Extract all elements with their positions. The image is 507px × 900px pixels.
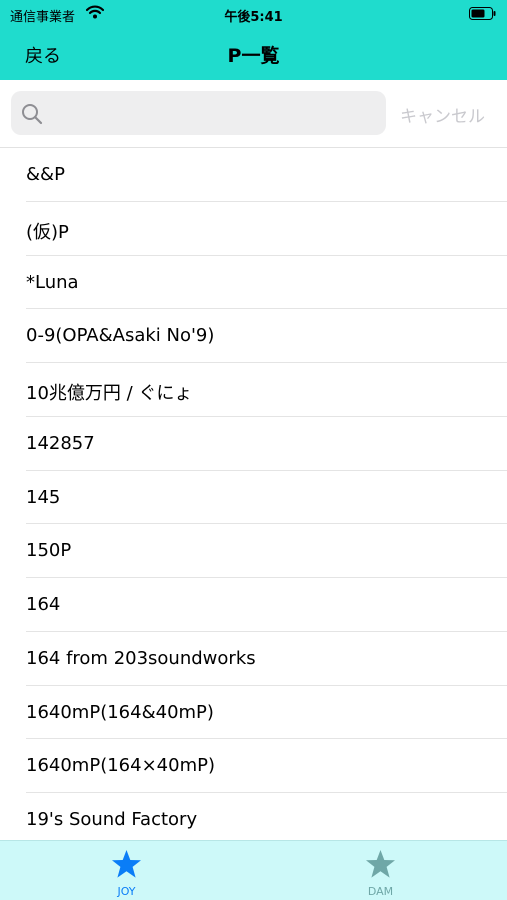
search-icon (21, 103, 43, 129)
search-field[interactable] (11, 91, 386, 135)
list-item[interactable]: 145 (26, 471, 507, 525)
page-title: P一覧 (227, 45, 280, 67)
list-item[interactable]: 1640mP(164×40mP) (26, 739, 507, 793)
tab-joy[interactable]: JOY (0, 841, 253, 900)
navigation-bar: 戻る P一覧 (0, 28, 507, 80)
battery-icon (469, 7, 496, 24)
list-item[interactable]: 164 from 203soundworks (26, 632, 507, 686)
list-item[interactable]: 142857 (26, 417, 507, 471)
list-item[interactable]: 10兆億万円 / ぐにょ (26, 363, 507, 417)
cancel-button[interactable]: キャンセル (400, 102, 485, 127)
search-area: キャンセル (0, 80, 507, 148)
list-item[interactable]: 0-9(OPA&Asaki No'9) (26, 309, 507, 363)
tab-label: DAM (367, 885, 394, 898)
star-icon (365, 849, 396, 883)
list-item[interactable]: (仮)P (26, 202, 507, 256)
list-item[interactable]: *Luna (26, 256, 507, 310)
status-time: 午後5:41 (224, 10, 283, 25)
star-icon (111, 849, 142, 883)
list-item[interactable]: &&P (26, 148, 507, 202)
search-input[interactable] (49, 91, 379, 135)
tab-label: JOY (117, 885, 136, 898)
tab-dam[interactable]: DAM (254, 841, 507, 900)
list-item[interactable]: 164 (26, 578, 507, 632)
list-item[interactable]: 1640mP(164&40mP) (26, 686, 507, 740)
producer-list: &&P (仮)P *Luna 0-9(OPA&Asaki No'9) 10兆億万… (0, 148, 507, 840)
list-item[interactable]: 19's Sound Factory (26, 793, 507, 840)
list-item[interactable]: 150P (26, 524, 507, 578)
tab-bar: JOY DAM (0, 840, 507, 900)
status-bar: 通信事業者 午後5:41 (0, 0, 507, 28)
